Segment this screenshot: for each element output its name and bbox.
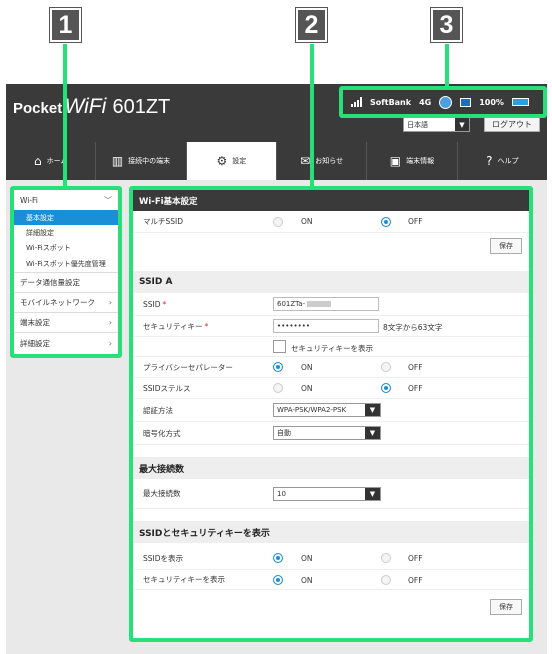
callout-1: 1 [49, 7, 82, 43]
chevron-down-icon: ▼ [455, 118, 469, 131]
encryption-row: 暗号化方式 自動 ▼ [133, 422, 529, 445]
section-title-max-connections: 最大接続数 [133, 457, 529, 479]
logo: Pocket WiFi 601ZT [13, 95, 171, 118]
ssid-row: SSID * 601ZTa- [133, 293, 529, 316]
security-key-input[interactable]: •••••••• [273, 319, 379, 333]
multi-ssid-off-radio[interactable] [381, 217, 391, 227]
show-ssid-on-radio[interactable] [273, 553, 283, 563]
ssid-stealth-off-radio[interactable] [381, 383, 391, 393]
logout-button[interactable]: ログアウト [484, 116, 540, 132]
gear-icon: ⚙ [216, 154, 228, 168]
save-button-bottom[interactable]: 保存 [490, 599, 522, 615]
globe-icon [439, 95, 453, 109]
max-connections-select[interactable]: 10 ▼ [273, 487, 381, 501]
settings-panel: Wi-Fi基本設定 マルチSSID ON OFF 保存 SSID A SSID *… [133, 190, 529, 638]
section-title-wifi-basic: Wi-Fi基本設定 [133, 190, 529, 211]
sidebar-sub-wifi-spot-priority[interactable]: Wi-Fiスポット優先度管理 [14, 255, 118, 273]
network-label: 4G [419, 97, 432, 107]
max-connections-row: 最大接続数 10 ▼ [133, 479, 529, 509]
sidebar: Wi-Fi ﹀ 基本設定 詳細設定 Wi-Fiスポット Wi-Fiスポット優先度… [14, 190, 118, 354]
security-key-hint: 8文字から63文字 [383, 323, 443, 332]
callout-line-3 [445, 44, 449, 89]
chevron-right-icon: › [108, 298, 112, 307]
callout-line-2 [310, 44, 314, 187]
callout-3: 3 [430, 7, 463, 43]
ssid-stealth-on-radio[interactable] [273, 383, 283, 393]
sidebar-item-advanced[interactable]: 詳細設定 › [14, 333, 118, 353]
signal-icon [351, 97, 362, 107]
sidebar-item-device-settings[interactable]: 端末設定 › [14, 313, 118, 333]
tab-home[interactable]: ⌂ ホーム [6, 142, 97, 180]
chevron-down-icon: ﹀ [104, 195, 112, 205]
multi-ssid-row: マルチSSID ON OFF [133, 211, 529, 233]
tab-help[interactable]: ? ヘルプ [458, 142, 547, 180]
auth-method-row: 認証方法 WPA-PSK/WPA2-PSK ▼ [133, 399, 529, 422]
tab-settings[interactable]: ⚙ 設定 [186, 142, 277, 180]
section-title-show-ssid-key: SSIDとセキュリティキーを表示 [133, 521, 529, 543]
sidebar-sub-basic[interactable]: 基本設定 [14, 210, 118, 225]
tab-devices[interactable]: ▥ 接続中の端末 [96, 142, 187, 180]
save-row-bottom: 保存 [133, 594, 529, 622]
sidebar-sub-wifi-spot[interactable]: Wi-Fiスポット [14, 240, 118, 255]
sidebar-item-wifi[interactable]: Wi-Fi ﹀ [14, 190, 118, 210]
sidebar-item-data-usage[interactable]: データ通信量設定 [14, 273, 118, 293]
status-bar: SoftBank 4G 100% [343, 90, 543, 114]
battery-label: 100% [479, 97, 504, 107]
chevron-right-icon: › [108, 338, 112, 348]
ssid-stealth-row: SSIDステルス ON OFF [133, 378, 529, 399]
section-title-ssid-a: SSID A [133, 271, 529, 293]
show-security-off-radio[interactable] [381, 575, 391, 585]
devices-icon: ▥ [111, 154, 124, 168]
security-key-row: セキュリティキー * •••••••• 8文字から63文字 [133, 316, 529, 337]
show-security-on-radio[interactable] [273, 575, 283, 585]
show-ssid-row: SSIDを表示 ON OFF [133, 548, 529, 570]
chevron-down-icon: ▼ [365, 404, 380, 416]
chevron-down-icon: ▼ [365, 427, 380, 439]
sidebar-item-mobile-network[interactable]: モバイルネットワーク › [14, 293, 118, 313]
show-key-checkbox[interactable] [273, 340, 286, 353]
language-select[interactable]: 日本語 ▼ [403, 117, 470, 132]
battery-icon [511, 98, 529, 106]
help-icon: ? [486, 154, 493, 168]
privacy-separator-on-radio[interactable] [273, 362, 283, 372]
tab-notices[interactable]: ✉ お知らせ [277, 142, 368, 180]
callout-2: 2 [295, 7, 328, 43]
mail-icon: ✉ [300, 154, 311, 168]
save-row-top: 保存 [133, 233, 529, 259]
chevron-right-icon: › [108, 318, 112, 327]
info-icon: ▣ [389, 154, 402, 168]
save-button-top[interactable]: 保存 [490, 238, 522, 254]
privacy-separator-row: プライバシーセパレーター ON OFF [133, 357, 529, 378]
home-icon: ⌂ [33, 154, 42, 168]
privacy-separator-off-radio[interactable] [381, 362, 391, 372]
chevron-down-icon: ▼ [365, 488, 380, 500]
sim-icon [460, 97, 472, 107]
tab-device-info[interactable]: ▣ 端末情報 [367, 142, 458, 180]
show-key-row: セキュリティキーを表示 [133, 337, 529, 357]
show-ssid-off-radio[interactable] [381, 553, 391, 563]
show-security-key-row: セキュリティキーを表示 ON OFF [133, 570, 529, 590]
ssid-input[interactable]: 601ZTa- [273, 297, 379, 311]
auth-method-select[interactable]: WPA-PSK/WPA2-PSK ▼ [273, 403, 381, 417]
encryption-select[interactable]: 自動 ▼ [273, 426, 381, 440]
callout-line-1 [63, 44, 67, 187]
sidebar-sub-advanced[interactable]: 詳細設定 [14, 225, 118, 240]
main-nav: ⌂ ホーム ▥ 接続中の端末 ⚙ 設定 ✉ お知らせ ▣ 端末情報 ? ヘルプ [6, 142, 547, 180]
multi-ssid-on-radio[interactable] [273, 217, 283, 227]
carrier-label: SoftBank [370, 97, 412, 107]
